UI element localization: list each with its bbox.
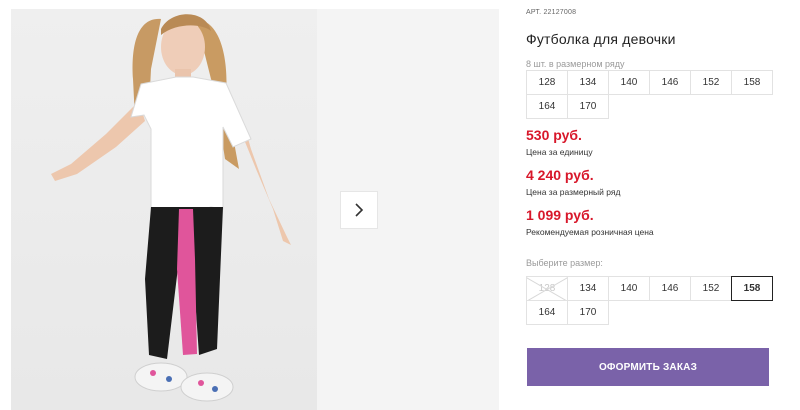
sku-value: 22127008	[543, 9, 577, 16]
sku-label: АРТ.	[526, 9, 542, 16]
size-range-item: 164	[526, 94, 568, 119]
retail-price-label: Рекомендуемая розничная цена	[526, 227, 654, 237]
model-illustration	[51, 14, 291, 402]
size-range-item: 128	[526, 70, 568, 95]
size-range-grid: 128 134 140 146 152 158 164 170	[526, 70, 774, 119]
size-range-item: 146	[649, 70, 691, 95]
size-picker-grid: 128 134 140 146 152 158 164 170	[526, 276, 774, 325]
unit-price: 530 руб.	[526, 127, 582, 143]
size-option-140[interactable]: 140	[608, 276, 650, 301]
size-option-170[interactable]: 170	[567, 300, 609, 325]
product-sku: АРТ. 22127008	[526, 9, 576, 16]
size-picker-label: Выберите размер:	[526, 258, 603, 268]
size-option-146[interactable]: 146	[649, 276, 691, 301]
size-range-item: 140	[608, 70, 650, 95]
product-title: Футболка для девочки	[526, 31, 676, 47]
size-option-164[interactable]: 164	[526, 300, 568, 325]
size-range-item: 170	[567, 94, 609, 119]
size-option-128: 128	[526, 276, 568, 301]
retail-price: 1 099 руб.	[526, 207, 594, 223]
size-range-item: 152	[690, 70, 732, 95]
set-price: 4 240 руб.	[526, 167, 594, 183]
unit-price-label: Цена за единицу	[526, 147, 593, 157]
set-price-label: Цена за размерный ряд	[526, 187, 621, 197]
gallery-next-button[interactable]	[340, 191, 378, 229]
size-option-134[interactable]: 134	[567, 276, 609, 301]
pack-note: 8 шт. в размерном ряду	[526, 59, 625, 69]
product-photo[interactable]	[11, 9, 317, 410]
order-button[interactable]: ОФОРМИТЬ ЗАКАЗ	[527, 348, 769, 386]
size-range-item: 134	[567, 70, 609, 95]
size-option-152[interactable]: 152	[690, 276, 732, 301]
product-gallery	[11, 9, 499, 410]
size-option-158[interactable]: 158	[731, 276, 773, 301]
size-range-item: 158	[731, 70, 773, 95]
chevron-right-icon	[355, 203, 364, 217]
